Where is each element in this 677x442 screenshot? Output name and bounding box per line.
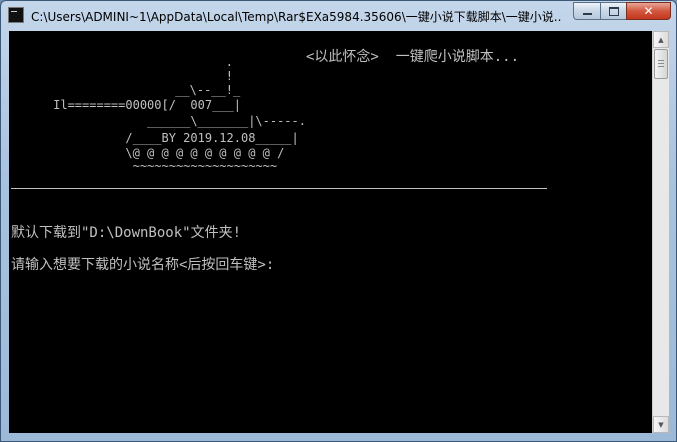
maximize-icon [608, 6, 619, 16]
console-output[interactable]: . ! __\--__!_ Il========00000[/ 007___| … [9, 31, 652, 433]
ascii-art-line: Il========00000[/ 007___| [17, 98, 241, 112]
title-bar[interactable]: C:\Users\ADMINI~1\AppData\Local\Temp\Rar… [1, 1, 676, 31]
scroll-down-button[interactable]: ▼ [653, 416, 669, 433]
default-directory-message: 默认下载到"D:\DownBook"文件夹! [11, 225, 242, 241]
ascii-art-line: /____BY 2019.12.08_____| [17, 131, 299, 145]
ascii-art-line: ______\_______|\-----. [17, 114, 306, 128]
thumb-grip [658, 66, 664, 67]
scroll-down-arrow-icon: ▼ [658, 420, 664, 429]
close-icon: ✕ [643, 4, 654, 18]
scroll-up-button[interactable]: ▲ [653, 31, 669, 48]
minimize-button[interactable] [573, 2, 600, 20]
ascii-art-line: \@ @ @ @ @ @ @ @ @ @ / [17, 146, 285, 160]
banner-caption: <以此怀念> 一键爬小说脚本... [306, 49, 520, 65]
novel-name-prompt: 请输入想要下载的小说名称<后按回车键>: [11, 257, 275, 273]
scroll-up-arrow-icon: ▲ [658, 35, 664, 44]
minimize-icon [582, 13, 592, 15]
vertical-scrollbar[interactable]: ▲ ▼ [652, 31, 669, 433]
thumb-grip [658, 60, 664, 61]
thumb-grip [658, 63, 664, 64]
console-app-icon[interactable] [8, 7, 24, 23]
window-title: C:\Users\ADMINI~1\AppData\Local\Temp\Rar… [31, 10, 561, 24]
caption-buttons: ✕ [573, 2, 671, 21]
console-window: C:\Users\ADMINI~1\AppData\Local\Temp\Rar… [0, 0, 677, 442]
ascii-art-line: ! [9, 69, 233, 83]
ascii-art-line: __\--__!_ [9, 83, 241, 97]
ascii-art-line: . [9, 55, 233, 69]
close-button[interactable]: ✕ [626, 2, 671, 20]
maximize-button[interactable] [600, 2, 626, 20]
scrollbar-thumb[interactable] [654, 49, 668, 79]
ascii-art-line: ~~~~~~~~~~~~~~~~~~~~ [17, 159, 278, 173]
separator-rule [11, 188, 547, 189]
